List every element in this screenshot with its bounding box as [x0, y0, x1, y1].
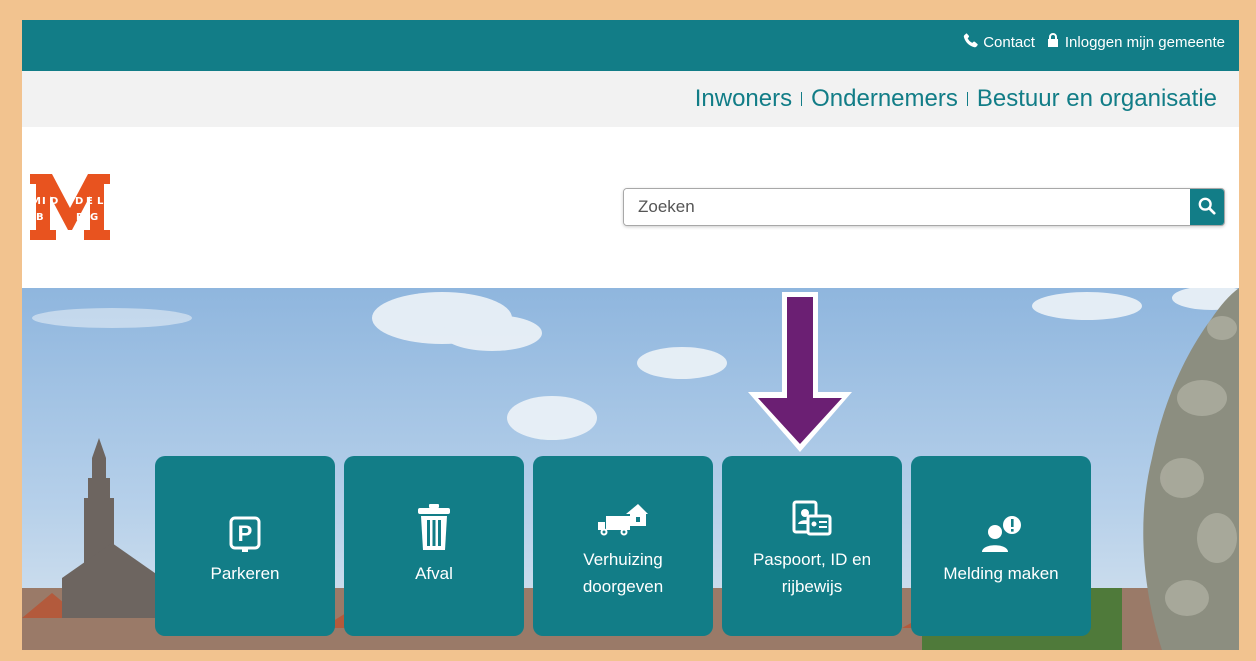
svg-text:B: B — [36, 212, 44, 223]
svg-text:D: D — [50, 196, 58, 207]
top-bar: Contact Inloggen mijn gemeente — [22, 20, 1239, 71]
tile-parkeren[interactable]: P Parkeren — [155, 456, 335, 636]
down-arrow-icon — [748, 292, 852, 452]
login-label: Inloggen mijn gemeente — [1064, 33, 1225, 51]
svg-text:G: G — [90, 212, 98, 223]
svg-text:L: L — [97, 196, 104, 207]
tile-paspoort[interactable]: Paspoort, ID en rijbewijs — [722, 456, 902, 636]
quick-links: P Parkeren Afval Verhuizing doorgeven Pa… — [155, 456, 1091, 636]
tile-afval[interactable]: Afval — [344, 456, 524, 636]
browser-page: Contact Inloggen mijn gemeente Inwoners … — [22, 20, 1239, 650]
tile-label: Parkeren — [210, 563, 280, 583]
tile-label: Melding maken — [943, 563, 1059, 583]
tile-label: Afval — [415, 563, 453, 583]
contact-link[interactable]: Contact — [963, 32, 1035, 52]
top-links: Contact Inloggen mijn gemeente — [963, 32, 1225, 52]
nav-item-bestuur[interactable]: Bestuur en organisatie — [977, 85, 1217, 113]
svg-text:D: D — [75, 196, 83, 207]
login-link[interactable]: Inloggen mijn gemeente — [1045, 32, 1225, 52]
id-card-icon — [792, 492, 832, 538]
main-nav: Inwoners Ondernemers Bestuur en organisa… — [22, 71, 1239, 127]
tile-label: Verhuizing doorgeven — [582, 550, 664, 596]
moving-truck-icon — [598, 492, 648, 538]
search-bar — [623, 188, 1225, 226]
svg-text:M: M — [31, 196, 41, 207]
svg-text:I: I — [42, 196, 46, 207]
nav-divider — [966, 92, 968, 106]
search-button[interactable] — [1190, 189, 1224, 225]
svg-text:E: E — [86, 196, 93, 207]
middelburg-logo[interactable]: MID DEL BURG — [30, 174, 110, 240]
contact-label: Contact — [983, 33, 1035, 51]
parking-icon: P — [229, 506, 261, 552]
svg-text:P: P — [238, 521, 253, 546]
nav-divider — [801, 92, 803, 106]
report-person-icon — [980, 506, 1022, 552]
search-input[interactable] — [624, 189, 1190, 225]
phone-icon — [963, 32, 979, 52]
hero-banner: P Parkeren Afval Verhuizing doorgeven Pa… — [22, 288, 1239, 650]
tile-label: Paspoort, ID en rijbewijs — [752, 550, 872, 596]
tile-melding[interactable]: Melding maken — [911, 456, 1091, 636]
tile-verhuizing[interactable]: Verhuizing doorgeven — [533, 456, 713, 636]
site-header: MID DEL BURG — [22, 127, 1239, 288]
trash-icon — [417, 503, 451, 552]
svg-text:R: R — [76, 212, 84, 223]
nav-item-ondernemers[interactable]: Ondernemers — [811, 85, 958, 113]
lock-icon — [1045, 32, 1061, 52]
svg-text:U: U — [50, 212, 58, 223]
search-icon — [1198, 197, 1216, 218]
nav-item-inwoners[interactable]: Inwoners — [695, 85, 792, 113]
